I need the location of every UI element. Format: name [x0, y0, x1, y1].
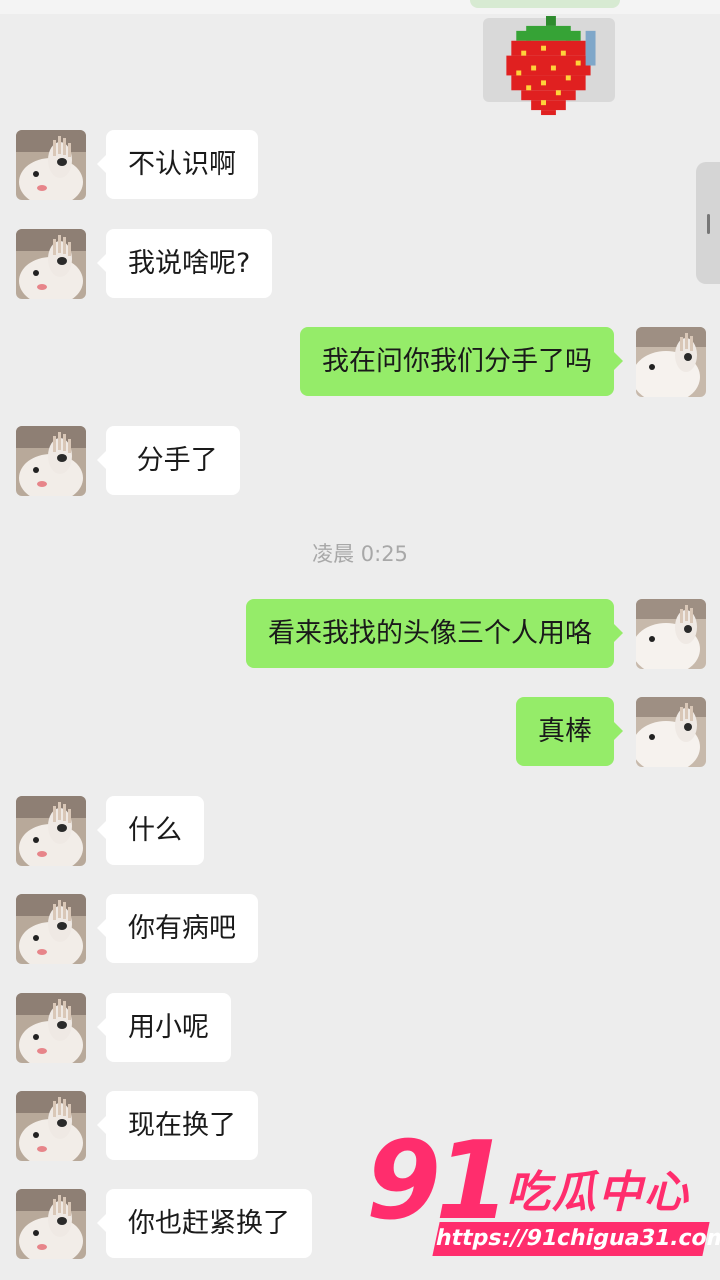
- received-message-bubble[interactable]: 你也赶紧换了: [97, 1189, 312, 1258]
- contact-avatar[interactable]: [16, 894, 86, 964]
- received-message-bubble[interactable]: 现在换了: [97, 1091, 258, 1160]
- side-drawer-handle[interactable]: [696, 162, 720, 284]
- top-status-edge: [0, 0, 720, 14]
- dog-avatar-icon: [636, 599, 706, 669]
- received-message-bubble[interactable]: 什么: [97, 796, 204, 865]
- dog-avatar-icon: [16, 894, 86, 964]
- dog-avatar-icon: [16, 426, 86, 496]
- received-message-bubble[interactable]: 你有病吧: [97, 894, 258, 963]
- site-watermark: 91 吃瓜中心 https://91chigua31.com: [366, 1122, 720, 1268]
- contact-avatar[interactable]: [16, 796, 86, 866]
- self-avatar[interactable]: [636, 327, 706, 397]
- contact-avatar[interactable]: [16, 993, 86, 1063]
- self-avatar[interactable]: [636, 599, 706, 669]
- dog-avatar-icon: [636, 697, 706, 767]
- contact-avatar[interactable]: [16, 229, 86, 299]
- dog-avatar-icon: [16, 796, 86, 866]
- dog-avatar-icon: [16, 1189, 86, 1259]
- contact-avatar[interactable]: [16, 130, 86, 200]
- received-message-bubble[interactable]: 不认识啊: [97, 130, 258, 199]
- received-message-bubble[interactable]: 用小呢: [97, 993, 231, 1062]
- chat-timestamp: 凌晨 0:25: [312, 542, 408, 566]
- sent-message-bubble[interactable]: 看来我找的头像三个人用咯: [246, 599, 623, 668]
- dog-avatar-icon: [16, 130, 86, 200]
- strawberry-sticker-icon[interactable]: [496, 16, 596, 124]
- contact-avatar[interactable]: [16, 1091, 86, 1161]
- sent-message-bubble[interactable]: 真棒: [516, 697, 623, 766]
- contact-avatar[interactable]: [16, 1189, 86, 1259]
- dog-avatar-icon: [636, 327, 706, 397]
- received-message-bubble[interactable]: 我说啥呢?: [96, 229, 273, 298]
- dog-avatar-icon: [16, 1091, 86, 1161]
- sent-message-bubble[interactable]: 我在问你我们分手了吗: [300, 327, 623, 396]
- self-avatar[interactable]: [636, 697, 706, 767]
- dog-avatar-icon: [16, 229, 86, 299]
- received-message-bubble[interactable]: 分手了: [97, 426, 240, 495]
- watermark-brand: 吃瓜中心: [506, 1167, 690, 1218]
- contact-avatar[interactable]: [16, 426, 86, 496]
- watermark-url: https://91chigua31.com: [432, 1222, 720, 1256]
- dog-avatar-icon: [16, 993, 86, 1063]
